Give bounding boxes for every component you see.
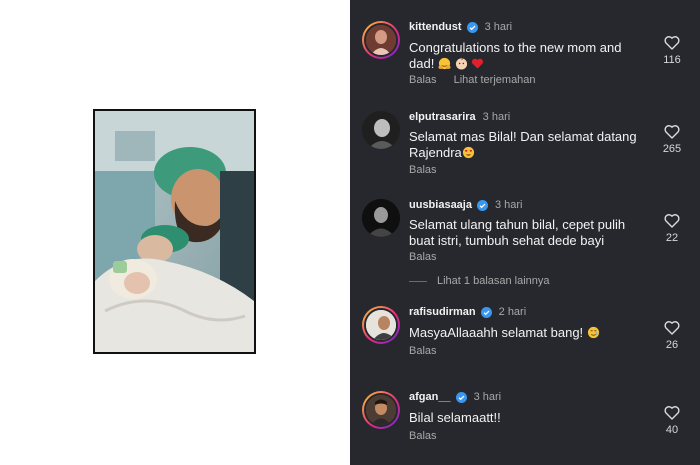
- like-control[interactable]: 116: [662, 35, 682, 66]
- timestamp: 3 hari: [482, 111, 511, 123]
- verified-badge-icon: [476, 199, 488, 211]
- like-control[interactable]: 265: [662, 124, 682, 155]
- comment-meta: kittendust 3 hari: [409, 21, 512, 33]
- username[interactable]: kittendust: [409, 21, 462, 33]
- comment-actions: Balas: [409, 430, 451, 442]
- timestamp: 3 hari: [473, 391, 502, 403]
- avatar[interactable]: [362, 306, 400, 344]
- comment-text: MasyaAllaaahh selamat bang!: [409, 325, 644, 341]
- timestamp: 3 hari: [494, 199, 523, 211]
- like-count: 40: [665, 424, 679, 436]
- comment-text: Selamat ulang tahun bilal, cepet pulih b…: [409, 217, 626, 248]
- like-control[interactable]: 22: [662, 213, 682, 244]
- baby-icon: [455, 57, 467, 70]
- comment-meta: elputrasarira 3 hari: [409, 111, 510, 123]
- comment-actions: Balas: [409, 345, 451, 357]
- comment-text: Selamat mas Bilal! Dan selamat datang Ra…: [409, 129, 644, 161]
- like-count: 116: [663, 54, 681, 66]
- heart-outline-icon[interactable]: [664, 213, 680, 228]
- comment-actions: Balas: [409, 164, 451, 176]
- heart-outline-icon[interactable]: [664, 405, 680, 420]
- translate-link[interactable]: Lihat terjemahan: [454, 74, 536, 86]
- comment-text: Congratulations to the new mom and dad!: [409, 40, 644, 72]
- heart-eyes-icon: [462, 146, 474, 159]
- timestamp: 3 hari: [484, 21, 513, 33]
- avatar[interactable]: [362, 391, 400, 429]
- reply-button[interactable]: Balas: [409, 74, 437, 86]
- reply-button[interactable]: Balas: [409, 430, 437, 442]
- replies-divider: [409, 280, 427, 282]
- left-panel: [0, 0, 350, 465]
- comment-actions: Balas: [409, 251, 451, 263]
- comment-meta: rafisudirman 2 hari: [409, 306, 526, 318]
- comment-actions: Balas Lihat terjemahan: [409, 74, 550, 86]
- username[interactable]: rafisudirman: [409, 306, 476, 318]
- reply-button[interactable]: Balas: [409, 251, 437, 263]
- hugging-face-icon: [438, 57, 451, 70]
- like-count: 265: [662, 143, 682, 155]
- like-count: 26: [665, 339, 679, 351]
- verified-badge-icon: [466, 21, 478, 33]
- avatar[interactable]: [362, 111, 400, 149]
- comments-panel[interactable]: kittendust 3 hari Congratulations to the…: [350, 0, 700, 465]
- like-control[interactable]: 40: [662, 405, 682, 436]
- like-count: 22: [665, 232, 679, 244]
- view-more-replies-label[interactable]: Lihat 1 balasan lainnya: [437, 275, 550, 287]
- smiling-face-with-tear-icon: [587, 326, 599, 339]
- view-more-replies[interactable]: Lihat 1 balasan lainnya: [409, 275, 550, 287]
- comment-text: Bilal selamaatt!!: [409, 410, 501, 425]
- avatar[interactable]: [362, 21, 400, 59]
- username[interactable]: afgan__: [409, 391, 451, 403]
- username[interactable]: uusbiasaaja: [409, 199, 472, 211]
- avatar[interactable]: [362, 199, 400, 237]
- timestamp: 2 hari: [498, 306, 527, 318]
- verified-badge-icon: [455, 391, 467, 403]
- reply-button[interactable]: Balas: [409, 164, 437, 176]
- verified-badge-icon: [480, 306, 492, 318]
- comment-meta: afgan__ 3 hari: [409, 391, 501, 403]
- comment-meta: uusbiasaaja 3 hari: [409, 199, 523, 211]
- like-control[interactable]: 26: [662, 320, 682, 351]
- comment-text-body: MasyaAllaaahh selamat bang!: [409, 325, 584, 340]
- heart-outline-icon[interactable]: [664, 35, 680, 50]
- reply-button[interactable]: Balas: [409, 345, 437, 357]
- heart-outline-icon[interactable]: [664, 124, 680, 139]
- red-heart-icon: [472, 58, 484, 69]
- username[interactable]: elputrasarira: [409, 111, 476, 123]
- newborn-photo: [93, 109, 256, 354]
- heart-outline-icon[interactable]: [664, 320, 680, 335]
- comment-text-body: Selamat mas Bilal! Dan selamat datang Ra…: [409, 129, 637, 160]
